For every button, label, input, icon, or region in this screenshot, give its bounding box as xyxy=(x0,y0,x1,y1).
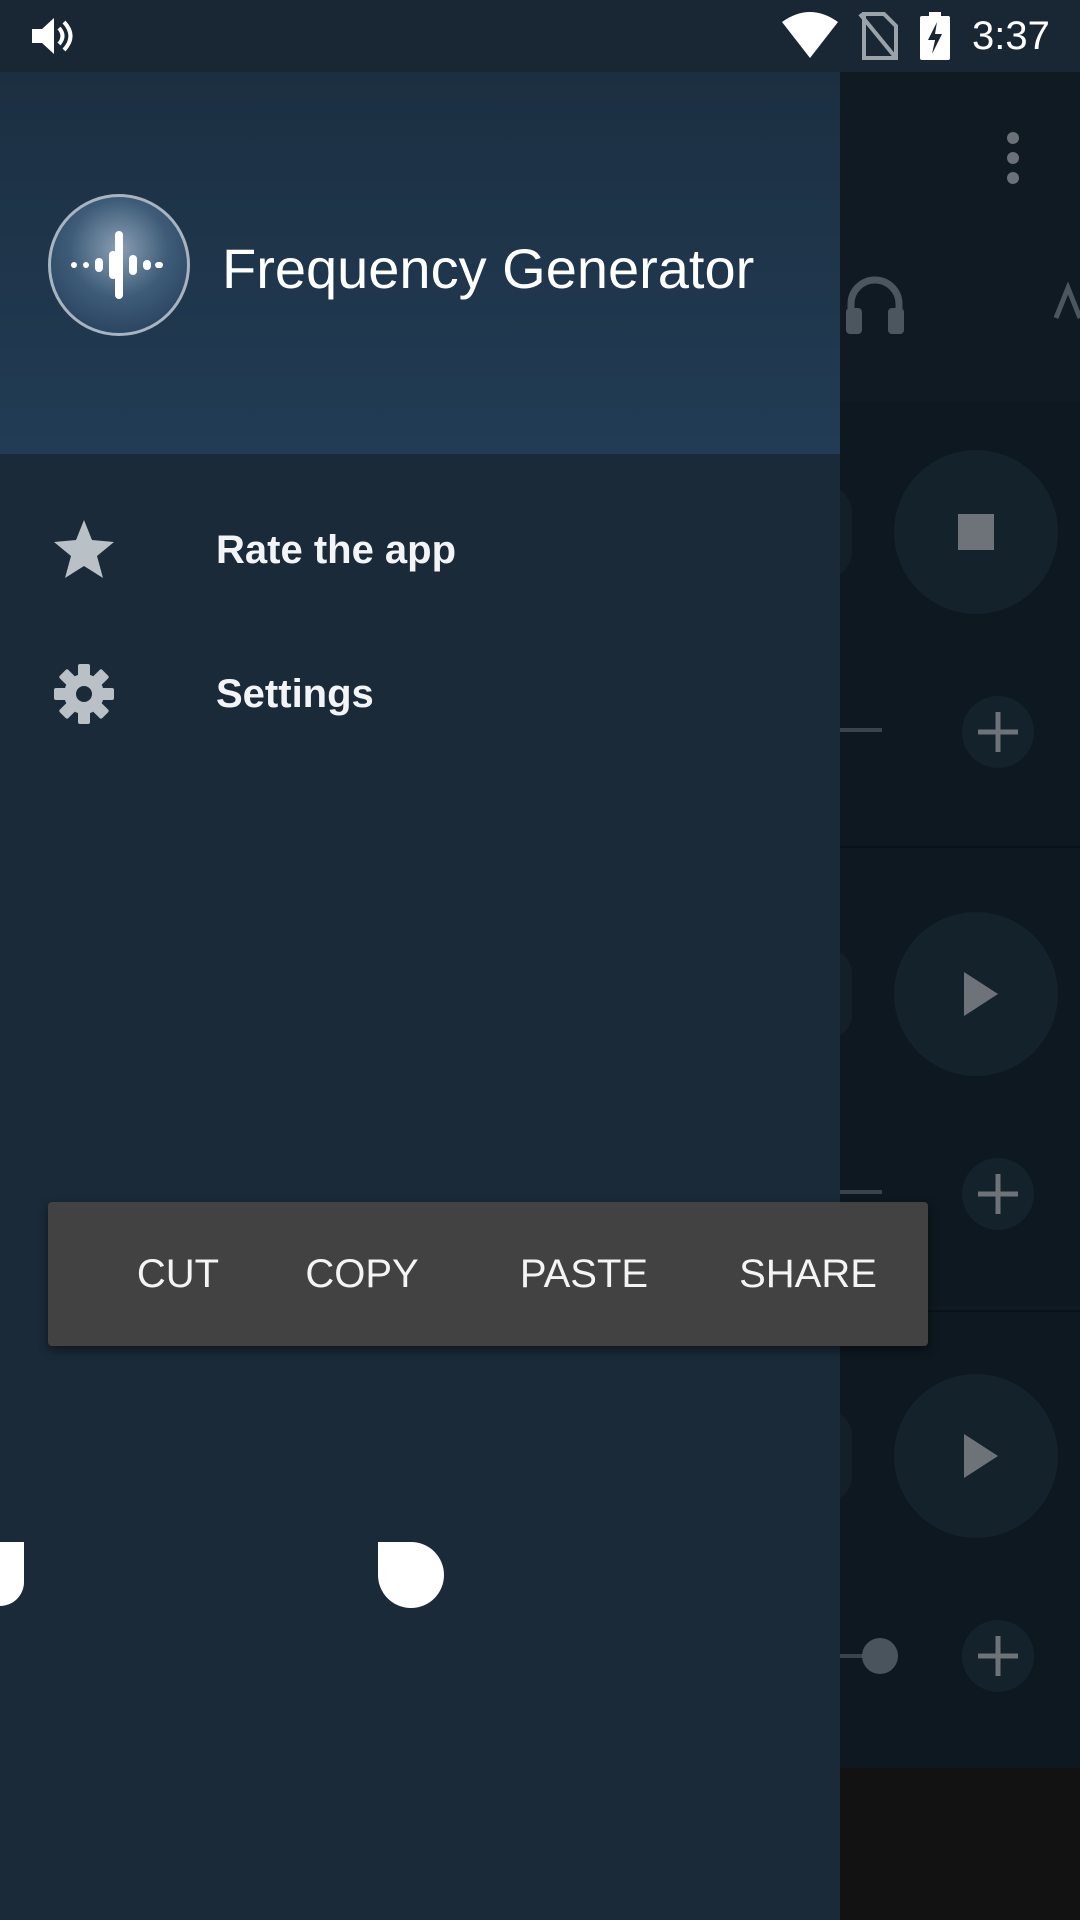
slider-track[interactable] xyxy=(840,728,882,732)
stop-icon xyxy=(958,514,994,550)
plus-icon xyxy=(978,1174,1018,1214)
slider-thumb[interactable] xyxy=(862,1638,898,1674)
menu-item-label: Settings xyxy=(216,672,374,716)
navigation-drawer: Frequency Generator Rate the app Setting… xyxy=(0,72,840,1920)
menu-item-settings[interactable]: Settings xyxy=(0,624,840,764)
gear-icon xyxy=(54,664,114,724)
selection-handle-right[interactable] xyxy=(378,1542,444,1608)
play-icon xyxy=(964,1434,998,1478)
waveform-icon[interactable] xyxy=(1054,282,1080,322)
drawer-header: Frequency Generator xyxy=(0,72,840,454)
paste-button[interactable]: PASTE xyxy=(494,1202,674,1346)
play-button[interactable] xyxy=(894,1374,1058,1538)
more-vert-icon[interactable] xyxy=(1002,130,1024,186)
cut-button[interactable]: CUT xyxy=(108,1202,248,1346)
share-button[interactable]: SHARE xyxy=(716,1202,900,1346)
menu-item-rate-the-app[interactable]: Rate the app xyxy=(0,480,840,620)
app-title: Frequency Generator xyxy=(222,237,755,300)
wifi-icon xyxy=(782,12,838,58)
copy-button[interactable]: COPY xyxy=(280,1202,444,1346)
slider-track[interactable] xyxy=(840,1190,882,1194)
sound-wave-icon xyxy=(71,231,163,299)
stop-button[interactable] xyxy=(894,450,1058,614)
plus-icon xyxy=(978,712,1018,752)
menu-item-label: Rate the app xyxy=(216,528,457,572)
headphones-icon[interactable] xyxy=(846,274,904,334)
status-bar: 3:37 xyxy=(0,0,1080,72)
plus-button[interactable] xyxy=(962,1620,1034,1692)
battery-charging-icon xyxy=(920,12,950,60)
text-action-toolbar: CUT COPY PASTE SHARE xyxy=(48,1202,928,1346)
volume-icon xyxy=(32,18,73,54)
plus-button[interactable] xyxy=(962,1158,1034,1230)
no-sim-icon xyxy=(858,12,898,60)
star-icon xyxy=(54,520,114,578)
app-logo xyxy=(48,194,190,336)
plus-button[interactable] xyxy=(962,696,1034,768)
clock: 3:37 xyxy=(972,14,1050,58)
play-icon xyxy=(964,972,998,1016)
plus-icon xyxy=(978,1636,1018,1676)
play-button[interactable] xyxy=(894,912,1058,1076)
